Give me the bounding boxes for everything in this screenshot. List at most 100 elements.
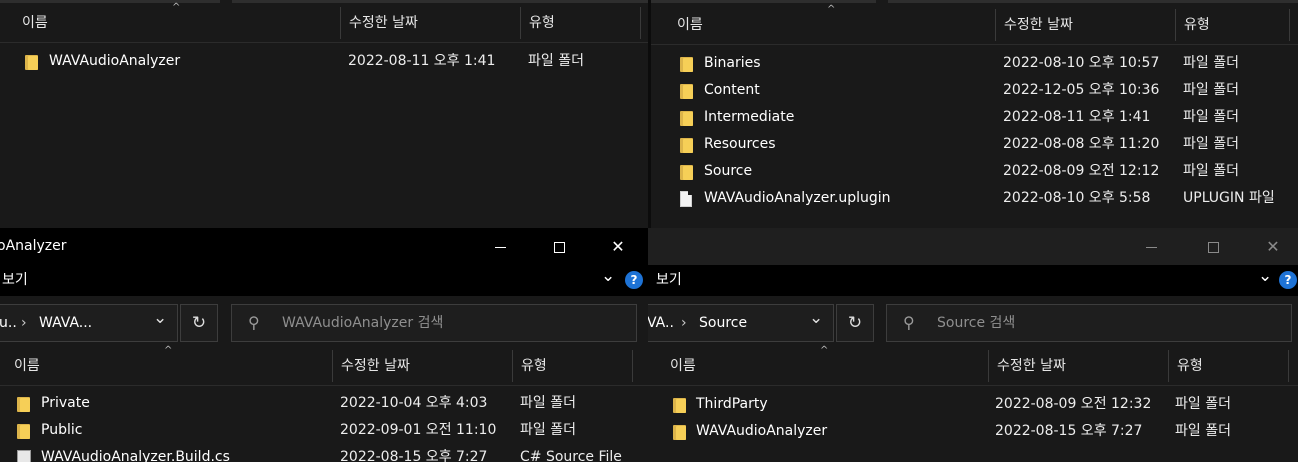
- address-bar-row: VA.. › Source ⌄ ↻ ⚲ Source 검색: [648, 296, 1298, 350]
- title-bar[interactable]: ✕: [648, 228, 1298, 265]
- file-row[interactable]: WAVAudioAnalyzer.Build.cs 2022-08-15 오후 7…: [0, 444, 648, 462]
- column-header-row: ^ 이름 수정한 날짜 유형: [651, 4, 1298, 45]
- file-modified-date: 2022-09-01 오전 11:10: [340, 422, 497, 438]
- file-type: UPLUGIN 파일: [1183, 190, 1275, 206]
- file-type: 파일 폴더: [1183, 109, 1239, 125]
- refresh-icon: ↻: [191, 313, 207, 333]
- breadcrumb-prefix[interactable]: VA..: [648, 305, 674, 341]
- column-divider[interactable]: [632, 350, 633, 382]
- file-modified-date: 2022-08-11 오후 1:41: [348, 53, 496, 69]
- file-row[interactable]: WAVAudioAnalyzer 2022-08-11 오후 1:41 파일 폴더: [0, 48, 648, 75]
- csharp-file-icon: [17, 450, 31, 462]
- sort-ascending-icon: ^: [172, 2, 181, 13]
- file-type: 파일 폴더: [1175, 396, 1231, 412]
- ribbon-tab-view[interactable]: 보기: [656, 265, 682, 295]
- close-button[interactable]: ✕: [1248, 228, 1298, 265]
- column-header-row: ^ 이름 수정한 날짜 유형: [0, 345, 648, 386]
- column-header-modified[interactable]: 수정한 날짜: [996, 5, 1073, 45]
- search-placeholder: WAVAudioAnalyzer 검색: [282, 315, 444, 331]
- file-row[interactable]: Source 2022-08-09 오전 12:12 파일 폴더: [651, 158, 1298, 185]
- file-row[interactable]: Binaries 2022-08-10 오후 10:57 파일 폴더: [651, 50, 1298, 77]
- file-row[interactable]: Public 2022-09-01 오전 11:10 파일 폴더: [0, 417, 648, 444]
- column-header-type[interactable]: 유형: [1176, 5, 1210, 45]
- close-button[interactable]: ✕: [593, 228, 643, 265]
- search-input[interactable]: ⚲ WAVAudioAnalyzer 검색: [231, 304, 637, 342]
- column-header-name[interactable]: 이름: [14, 3, 48, 43]
- address-bar[interactable]: u.. › WAVA... ⌄: [0, 304, 178, 342]
- column-header-type[interactable]: 유형: [513, 346, 547, 386]
- help-icon[interactable]: ?: [1279, 271, 1297, 289]
- breadcrumb-current[interactable]: WAVA...: [39, 305, 92, 341]
- file-name: Resources: [704, 136, 776, 152]
- file-type: 파일 폴더: [1183, 136, 1239, 152]
- pane-divider: [648, 0, 651, 228]
- file-row[interactable]: WAVAudioAnalyzer 2022-08-15 오후 7:27 파일 폴더: [648, 418, 1298, 445]
- file-name: WAVAudioAnalyzer.Build.cs: [41, 449, 230, 462]
- sort-ascending-icon: ^: [827, 4, 836, 15]
- file-modified-date: 2022-08-15 오후 7:27: [995, 423, 1143, 439]
- file-name: Private: [41, 395, 90, 411]
- search-placeholder: Source 검색: [937, 315, 1016, 331]
- search-input[interactable]: ⚲ Source 검색: [886, 304, 1292, 342]
- column-divider[interactable]: [1288, 350, 1289, 382]
- breadcrumb-current[interactable]: Source: [699, 305, 747, 341]
- address-history-dropdown-icon[interactable]: ⌄: [153, 300, 167, 336]
- file-modified-date: 2022-08-15 오후 7:27: [340, 449, 488, 462]
- maximize-button[interactable]: [534, 228, 584, 265]
- explorer-window-bottom-left: oAnalyzer ✕ 보기 ⌄ ? u.. › WAVA... ⌄ ↻ ⚲ W…: [0, 228, 648, 462]
- column-header-name[interactable]: 이름: [669, 5, 703, 45]
- minimize-button[interactable]: [475, 228, 525, 265]
- column-header-name[interactable]: 이름: [6, 346, 40, 386]
- column-header-type[interactable]: 유형: [1169, 346, 1203, 386]
- ribbon-expand-chevron-icon[interactable]: ⌄: [601, 261, 615, 291]
- ribbon-bar: 보기 ⌄ ?: [648, 265, 1298, 296]
- address-history-dropdown-icon[interactable]: ⌄: [809, 300, 823, 336]
- column-header-modified[interactable]: 수정한 날짜: [333, 346, 410, 386]
- minimize-button[interactable]: [1126, 228, 1176, 265]
- file-row[interactable]: Content 2022-12-05 오후 10:36 파일 폴더: [651, 77, 1298, 104]
- breadcrumb-chevron-icon: ›: [21, 315, 27, 331]
- column-header-modified[interactable]: 수정한 날짜: [989, 346, 1066, 386]
- sort-ascending-icon: ^: [820, 345, 829, 356]
- ribbon-bar: 보기 ⌄ ?: [0, 265, 648, 296]
- file-type: 파일 폴더: [1183, 55, 1239, 71]
- file-type: 파일 폴더: [1175, 423, 1231, 439]
- maximize-button[interactable]: [1188, 228, 1238, 265]
- file-row[interactable]: WAVAudioAnalyzer.uplugin 2022-08-10 오후 5:…: [651, 185, 1298, 212]
- address-bar[interactable]: VA.. › Source ⌄: [648, 304, 834, 342]
- refresh-button[interactable]: ↻: [836, 304, 874, 342]
- file-row[interactable]: Resources 2022-08-08 오후 11:20 파일 폴더: [651, 131, 1298, 158]
- file-modified-date: 2022-08-08 오후 11:20: [1003, 136, 1160, 152]
- column-header-row: ^ 이름 수정한 날짜 유형: [648, 345, 1298, 386]
- column-header-row: ^ 이름 수정한 날짜 유형: [0, 2, 648, 43]
- help-icon[interactable]: ?: [625, 271, 643, 289]
- file-row[interactable]: Intermediate 2022-08-11 오후 1:41 파일 폴더: [651, 104, 1298, 131]
- column-header-name[interactable]: 이름: [662, 346, 696, 386]
- ribbon-tab-view[interactable]: 보기: [2, 265, 28, 295]
- file-type: 파일 폴더: [1183, 82, 1239, 98]
- file-name: Intermediate: [704, 109, 795, 125]
- title-bar[interactable]: oAnalyzer ✕: [0, 228, 648, 265]
- file-icon: [680, 191, 692, 207]
- file-name: WAVAudioAnalyzer.uplugin: [704, 190, 891, 206]
- folder-icon: [680, 111, 693, 126]
- ribbon-expand-chevron-icon[interactable]: ⌄: [1258, 261, 1272, 291]
- window-title: oAnalyzer: [0, 238, 67, 254]
- file-row[interactable]: Private 2022-10-04 오후 4:03 파일 폴더: [0, 390, 648, 417]
- file-type: 파일 폴더: [1183, 163, 1239, 179]
- refresh-button[interactable]: ↻: [180, 304, 218, 342]
- column-divider[interactable]: [1289, 9, 1290, 41]
- file-name: ThirdParty: [696, 396, 768, 412]
- minimize-icon: [494, 247, 506, 248]
- file-modified-date: 2022-10-04 오후 4:03: [340, 395, 488, 411]
- search-icon: ⚲: [248, 313, 260, 332]
- column-divider[interactable]: [640, 7, 641, 39]
- file-row[interactable]: ThirdParty 2022-08-09 오전 12:32 파일 폴더: [648, 391, 1298, 418]
- breadcrumb-prefix[interactable]: u..: [0, 305, 17, 341]
- column-header-modified[interactable]: 수정한 날짜: [341, 3, 418, 43]
- folder-icon: [680, 165, 693, 180]
- folder-icon: [673, 398, 686, 413]
- column-header-type[interactable]: 유형: [521, 3, 555, 43]
- file-modified-date: 2022-08-10 오후 5:58: [1003, 190, 1151, 206]
- file-name: WAVAudioAnalyzer: [49, 53, 181, 69]
